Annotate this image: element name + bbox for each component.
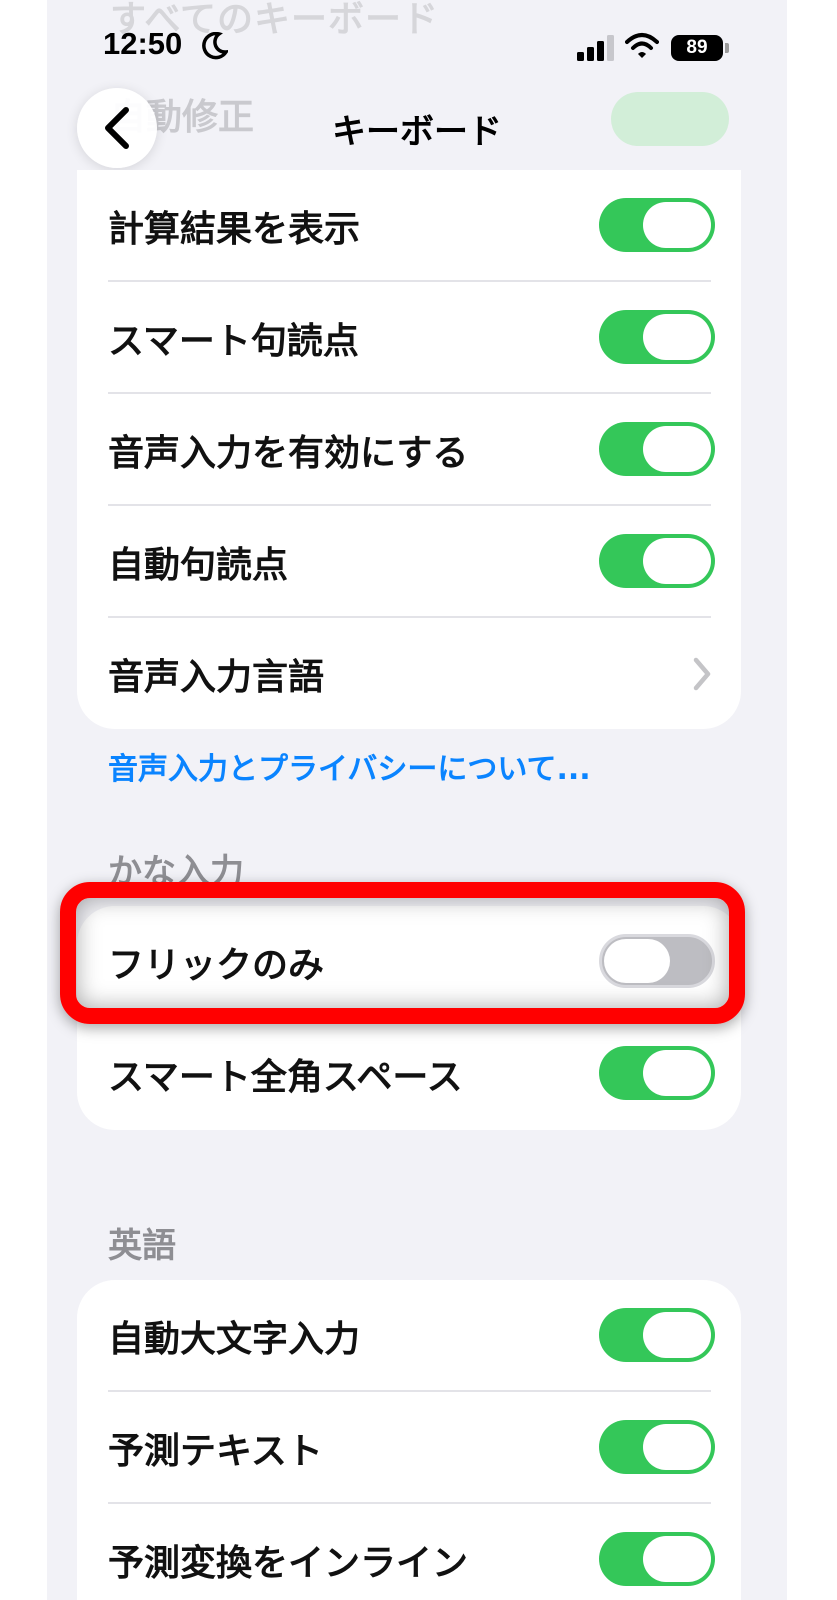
toggle-switch-on[interactable] — [599, 1308, 715, 1362]
row-auto-capitalization[interactable]: 自動大文字入力 — [77, 1280, 741, 1392]
toggle-switch-on[interactable] — [599, 422, 715, 476]
toggle-switch-on[interactable] — [599, 198, 715, 252]
toggle-switch-on[interactable] — [599, 1046, 715, 1100]
chevron-right-icon — [693, 657, 711, 691]
status-time: 12:50 — [103, 26, 183, 61]
settings-screen: すべてのキーボード 自動修正 12:50 89 キーボード 計算結果を表示 スマ… — [47, 0, 787, 1600]
battery-tip — [725, 43, 729, 53]
settings-group-english: 自動大文字入力 予測テキスト 予測変換をインライン — [77, 1280, 741, 1600]
row-label: スマート句読点 — [108, 321, 359, 362]
wifi-icon — [625, 33, 659, 58]
row-label: スマート全角スペース — [108, 1057, 463, 1098]
navigation-bar: キーボード — [47, 82, 787, 182]
toggle-switch-on[interactable] — [599, 534, 715, 588]
page-title: キーボード — [332, 112, 502, 152]
row-label: 音声入力言語 — [108, 657, 325, 698]
cellular-signal-icon — [577, 35, 614, 61]
moon-icon — [202, 32, 228, 60]
row-predictive-text[interactable]: 予測テキスト — [77, 1392, 741, 1504]
toggle-switch-on[interactable] — [599, 1420, 715, 1474]
highlight-annotation-box — [60, 882, 745, 1024]
row-enable-dictation[interactable]: 音声入力を有効にする — [77, 394, 741, 506]
battery-icon: 89 — [671, 35, 723, 61]
row-smart-punctuation[interactable]: スマート句読点 — [77, 282, 741, 394]
row-label: 予測テキスト — [108, 1431, 323, 1472]
row-label: 計算結果を表示 — [108, 209, 361, 250]
toggle-switch-on[interactable] — [599, 1532, 715, 1586]
row-inline-prediction[interactable]: 予測変換をインライン — [77, 1504, 741, 1600]
row-label: 予測変換をインライン — [108, 1543, 469, 1584]
row-dictation-languages[interactable]: 音声入力言語 — [77, 618, 741, 729]
toggle-switch-on[interactable] — [599, 310, 715, 364]
row-calculation-results[interactable]: 計算結果を表示 — [77, 170, 741, 282]
row-label: 自動大文字入力 — [108, 1319, 361, 1360]
row-label: 自動句読点 — [108, 545, 289, 586]
settings-group-main: 計算結果を表示 スマート句読点 音声入力を有効にする 自動句読点 音声入力言語 — [77, 170, 741, 729]
row-auto-punctuation[interactable]: 自動句読点 — [77, 506, 741, 618]
section-header-english: 英語 — [108, 1226, 176, 1266]
row-smart-fullwidth-space[interactable]: スマート全角スペース — [77, 1018, 741, 1130]
row-label: 音声入力を有効にする — [108, 433, 469, 474]
dictation-privacy-link[interactable]: 音声入力とプライバシーについて... — [108, 744, 591, 788]
